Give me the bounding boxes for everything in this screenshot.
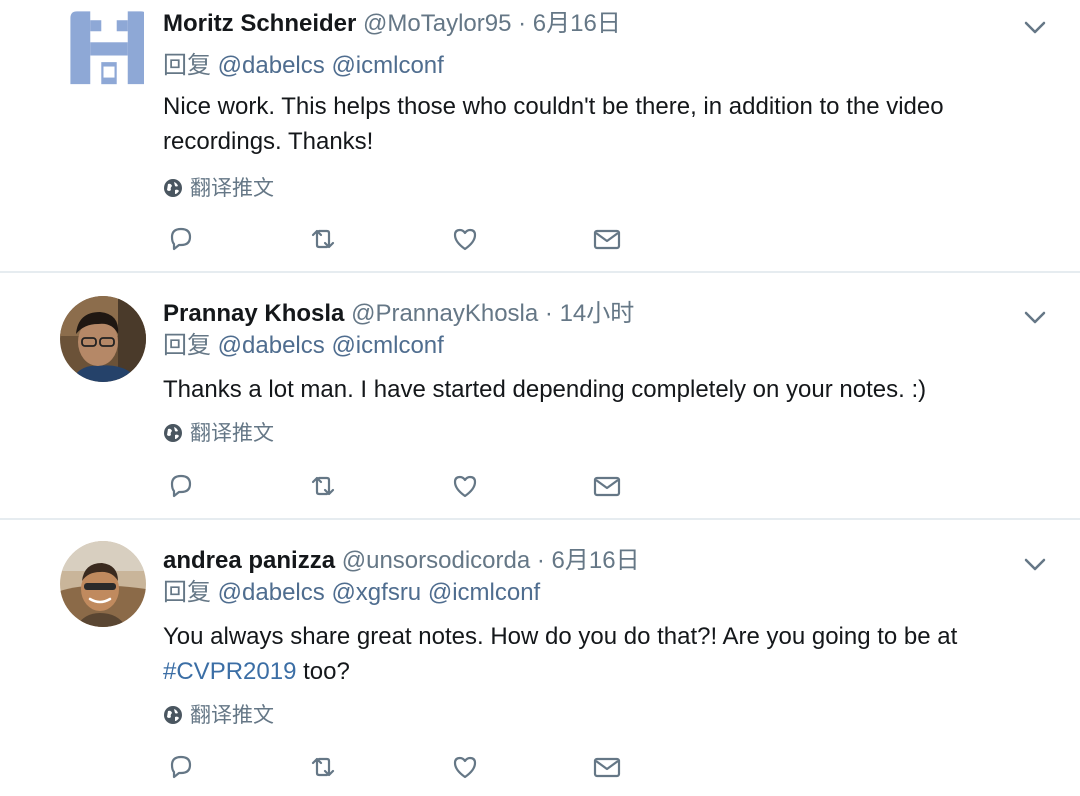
tweet[interactable]: Moritz Schneider @MoTaylor95 · 6月16日 回复 … bbox=[0, 0, 1080, 272]
reply-icon[interactable] bbox=[163, 468, 199, 504]
envelope-icon[interactable] bbox=[589, 749, 625, 785]
heart-icon[interactable] bbox=[447, 749, 483, 785]
divider bbox=[0, 518, 1080, 520]
timestamp[interactable]: 14小时 bbox=[560, 300, 635, 327]
mention-link[interactable]: @icmlconf bbox=[331, 52, 443, 79]
separator-dot: · bbox=[536, 547, 545, 574]
tweet-header: Prannay Khosla @PrannayKhosla · 14小时 bbox=[163, 298, 634, 330]
display-name[interactable]: Moritz Schneider bbox=[163, 10, 356, 37]
display-name[interactable]: Prannay Khosla bbox=[163, 300, 344, 327]
retweet-icon[interactable] bbox=[305, 221, 341, 257]
reply-prefix: 回复 bbox=[163, 579, 211, 606]
avatar[interactable] bbox=[66, 7, 144, 85]
user-handle[interactable]: @unsorsodicorda bbox=[342, 547, 530, 574]
timestamp[interactable]: 6月16日 bbox=[533, 10, 621, 37]
reply-context: 回复 @dabelcs @icmlconf bbox=[163, 50, 444, 82]
mention-link[interactable]: @dabelcs bbox=[218, 579, 325, 606]
tweet[interactable]: andrea panizza @unsorsodicorda · 6月16日 回… bbox=[0, 537, 1080, 796]
separator-dot: · bbox=[544, 300, 553, 327]
translate-tweet-link[interactable]: 翻译推文 bbox=[163, 175, 274, 203]
retweet-icon[interactable] bbox=[305, 749, 341, 785]
tweet-text-body: You always share great notes. How do you… bbox=[163, 623, 958, 650]
tweet-actions bbox=[163, 468, 643, 504]
heart-icon[interactable] bbox=[447, 221, 483, 257]
mention-link[interactable]: @dabelcs bbox=[218, 52, 325, 79]
translate-label: 翻译推文 bbox=[190, 177, 274, 200]
logo-avatar-image bbox=[66, 7, 144, 85]
separator-dot: · bbox=[518, 10, 527, 37]
translate-tweet-link[interactable]: 翻译推文 bbox=[163, 702, 274, 730]
tweet-text: Thanks a lot man. I have started dependi… bbox=[163, 376, 927, 403]
tweet-feed: Moritz Schneider @MoTaylor95 · 6月16日 回复 … bbox=[0, 0, 1080, 796]
divider bbox=[0, 271, 1080, 273]
reply-context: 回复 @dabelcs @xgfsru @icmlconf bbox=[163, 577, 540, 609]
chevron-down-icon[interactable] bbox=[1020, 12, 1050, 42]
chevron-down-icon[interactable] bbox=[1020, 302, 1050, 332]
globe-icon bbox=[163, 705, 183, 725]
reply-prefix: 回复 bbox=[163, 52, 211, 79]
timestamp[interactable]: 6月16日 bbox=[552, 547, 640, 574]
envelope-icon[interactable] bbox=[589, 221, 625, 257]
retweet-icon[interactable] bbox=[305, 468, 341, 504]
translate-label: 翻译推文 bbox=[190, 704, 274, 727]
display-name[interactable]: andrea panizza bbox=[163, 547, 335, 574]
avatar[interactable] bbox=[60, 541, 146, 627]
user-handle[interactable]: @MoTaylor95 bbox=[363, 10, 511, 37]
tweet-actions bbox=[163, 221, 643, 257]
globe-icon bbox=[163, 423, 183, 443]
mention-link[interactable]: @dabelcs bbox=[218, 332, 325, 359]
tweet-text: You always share great notes. How do you… bbox=[163, 619, 1023, 689]
tweet-header: Moritz Schneider @MoTaylor95 · 6月16日 bbox=[163, 8, 621, 40]
tweet-text-tail: too? bbox=[296, 658, 350, 685]
tweet-actions bbox=[163, 749, 643, 785]
avatar-image bbox=[60, 296, 146, 382]
hashtag-link[interactable]: #CVPR2019 bbox=[163, 658, 296, 685]
avatar[interactable] bbox=[60, 296, 146, 382]
tweet-header: andrea panizza @unsorsodicorda · 6月16日 bbox=[163, 545, 640, 577]
tweet[interactable]: Prannay Khosla @PrannayKhosla · 14小时 回复 … bbox=[0, 290, 1080, 518]
translate-tweet-link[interactable]: 翻译推文 bbox=[163, 420, 274, 448]
reply-prefix: 回复 bbox=[163, 332, 211, 359]
chevron-down-icon[interactable] bbox=[1020, 549, 1050, 579]
mention-link[interactable]: @icmlconf bbox=[331, 332, 443, 359]
avatar-image bbox=[60, 541, 146, 627]
user-handle[interactable]: @PrannayKhosla bbox=[351, 300, 538, 327]
reply-icon[interactable] bbox=[163, 221, 199, 257]
mention-link[interactable]: @icmlconf bbox=[428, 579, 540, 606]
reply-context: 回复 @dabelcs @icmlconf bbox=[163, 330, 444, 362]
tweet-text: Nice work. This helps those who couldn't… bbox=[163, 93, 944, 155]
heart-icon[interactable] bbox=[447, 468, 483, 504]
reply-icon[interactable] bbox=[163, 749, 199, 785]
envelope-icon[interactable] bbox=[589, 468, 625, 504]
globe-icon bbox=[163, 178, 183, 198]
translate-label: 翻译推文 bbox=[190, 422, 274, 445]
mention-link[interactable]: @xgfsru bbox=[331, 579, 421, 606]
